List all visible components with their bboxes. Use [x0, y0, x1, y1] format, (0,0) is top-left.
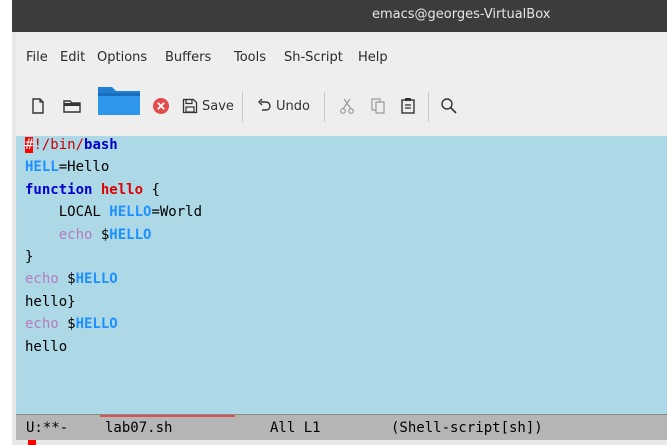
code-token: HELLO [75, 316, 118, 333]
code-token: { [143, 181, 160, 198]
toolbar-separator [242, 92, 243, 122]
code-line[interactable]: echo $HELLO [25, 226, 152, 244]
search-button[interactable] [440, 93, 458, 119]
code-token: hello} [25, 293, 76, 310]
undo-icon [256, 98, 272, 114]
code-token: =Hello [58, 159, 110, 176]
kill-buffer-button[interactable] [152, 93, 170, 119]
undo-label: Undo [276, 98, 310, 114]
minibuffer-cursor [28, 440, 36, 445]
new-file-icon [30, 97, 46, 115]
code-line[interactable]: hello [25, 338, 67, 356]
code-line[interactable]: } [25, 248, 33, 266]
code-line[interactable]: LOCAL HELLO=World [25, 203, 202, 221]
toolbar-separator [428, 92, 429, 122]
modeline-position: All L1 [270, 420, 321, 436]
dired-button[interactable] [96, 86, 142, 115]
paste-icon [400, 97, 416, 115]
modeline-mode[interactable]: (Shell-script[sh]) [391, 420, 543, 436]
code-token: hello [25, 338, 68, 355]
save-label: Save [202, 98, 234, 114]
menu-help[interactable]: Help [358, 50, 388, 65]
code-line[interactable]: function hello { [25, 181, 160, 199]
modeline-buffer-name[interactable]: lab07.sh [105, 420, 172, 436]
open-file-icon [62, 97, 82, 115]
code-token: bash [84, 137, 118, 153]
modeline-status: U:**- [26, 420, 69, 436]
code-token: !/bin/ [33, 137, 85, 153]
cut-button[interactable] [339, 93, 355, 119]
mode-line: U:**- lab07.sh All L1 (Shell-script[sh]) [16, 414, 667, 441]
code-token: HELL [25, 159, 59, 176]
minibuffer[interactable] [16, 440, 667, 445]
toolbar-separator [324, 92, 325, 122]
code-editor[interactable]: #!/bin/bash HELL=Hello function hello { LO… [16, 136, 667, 414]
menu-edit[interactable]: Edit [60, 50, 85, 65]
code-token: $ [92, 226, 110, 243]
menu-buffers[interactable]: Buffers [165, 50, 211, 65]
code-token: hello [100, 181, 144, 198]
menu-options[interactable]: Options [97, 50, 147, 65]
window-title: emacs@georges-VirtualBox [372, 7, 551, 22]
buffer-name-underline [100, 415, 235, 417]
menu-file[interactable]: File [26, 50, 48, 65]
cut-icon [339, 97, 355, 115]
code-token: LOCAL [25, 204, 110, 221]
copy-icon [370, 97, 386, 115]
code-token: HELLO [75, 271, 118, 288]
code-line[interactable]: hello} [25, 293, 76, 311]
code-line[interactable]: echo $HELLO [25, 315, 118, 333]
code-token: } [25, 249, 34, 265]
code-line[interactable]: #!/bin/bash [25, 136, 118, 154]
menu-bar: File Edit Options Buffers Tools Sh-Scrip… [16, 32, 667, 80]
title-bar[interactable]: emacs@georges-VirtualBox [12, 0, 667, 32]
menu-sh-script[interactable]: Sh-Script [284, 50, 343, 65]
menu-tools[interactable]: Tools [234, 50, 266, 65]
open-file-button[interactable] [62, 93, 82, 119]
code-token: $ [58, 316, 76, 333]
emacs-window: emacs@georges-VirtualBox File Edit Optio… [12, 0, 667, 445]
search-icon [440, 97, 458, 115]
code-token: function [25, 181, 93, 198]
code-line[interactable]: echo $HELLO [25, 270, 118, 288]
code-token: =World [151, 204, 203, 221]
close-icon [152, 97, 170, 115]
code-token: echo [25, 316, 59, 333]
code-token: echo [58, 226, 93, 243]
new-file-button[interactable] [30, 93, 46, 119]
code-token: echo [25, 271, 59, 288]
code-token: HELLO [109, 204, 152, 221]
code-token: HELLO [109, 226, 152, 243]
save-button[interactable]: Save [182, 93, 234, 119]
toolbar: Save Undo [16, 80, 667, 136]
paste-button[interactable] [400, 93, 416, 119]
copy-button[interactable] [370, 93, 386, 119]
code-line[interactable]: HELL=Hello [25, 158, 109, 176]
undo-button[interactable]: Undo [256, 93, 310, 119]
save-icon [182, 98, 198, 114]
code-token: $ [58, 271, 76, 288]
folder-icon [96, 81, 142, 117]
